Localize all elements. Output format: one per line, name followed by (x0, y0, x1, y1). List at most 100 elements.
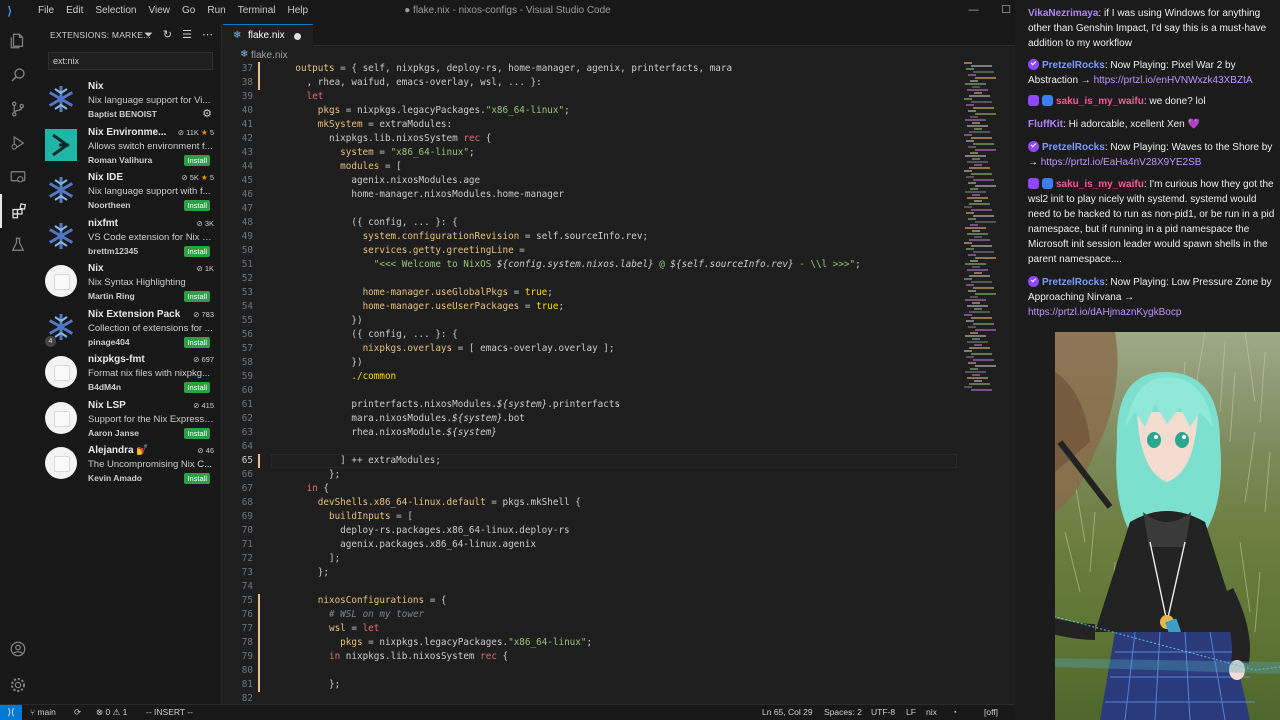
encoding[interactable]: UTF-8 (871, 707, 895, 717)
code-line: 74 (223, 580, 253, 594)
minimap[interactable] (962, 62, 1014, 402)
extension-item[interactable]: Nix LSP ⊘ 415 Support for the Nix Expressi… (36, 399, 222, 444)
filter-icon[interactable]: ⏷ (144, 28, 153, 42)
install-button[interactable]: Install (184, 154, 210, 166)
code-token: "x86_64-linux" (485, 105, 565, 116)
code-text: }; (273, 678, 340, 692)
code-text: mara.nixosModules.${system}.bot (273, 412, 525, 426)
end-of-line[interactable]: LF (906, 707, 916, 717)
extension-item[interactable]: 4 Nix Extension Pack ⊘ 783 Collection of ex… (36, 308, 222, 353)
code-token: system (340, 147, 374, 158)
accounts-icon[interactable] (0, 632, 36, 666)
extension-stats: ⊘ 1K (196, 264, 214, 273)
extension-item[interactable]: Nix Nix language support for Vi... Baptist… (36, 80, 222, 125)
minimap-line (975, 113, 996, 115)
install-button[interactable]: Install (184, 473, 210, 484)
code-token: nixpkgs.overlays (362, 343, 453, 354)
line-number: 75 (241, 595, 253, 606)
install-button[interactable]: Install (184, 291, 210, 302)
code-editor[interactable]: 37 outputs = { self, nixpkgs, deploy-rs,… (223, 62, 963, 704)
chat-username[interactable]: PretzelRocks (1042, 142, 1105, 153)
cursor-position[interactable]: Ln 65, Col 29 (762, 707, 813, 717)
install-button[interactable]: Install (184, 382, 210, 393)
extension-item[interactable]: Nix IDE ⊘ 5K ★ 5 Nix language support with… (36, 171, 222, 216)
install-button[interactable]: Install (184, 336, 210, 348)
manage-gear-icon[interactable] (0, 668, 36, 702)
extension-search-input[interactable]: ext:nix (48, 52, 213, 70)
chat-username[interactable]: saku_is_my_waifu (1056, 179, 1144, 190)
install-button[interactable]: Install (184, 245, 210, 257)
minimap-line (970, 368, 978, 370)
minimize-icon[interactable]: — (968, 3, 979, 16)
more-actions-icon[interactable]: ⋯ (202, 28, 213, 42)
extension-item[interactable]: Nix ⊘ 1K Nix Syntax Highlighting Martin Rin… (36, 262, 222, 307)
extension-name: Nix Extension Pack (88, 308, 181, 320)
remote-explorer-icon[interactable] (0, 160, 36, 194)
code-token: home-manager (508, 63, 576, 74)
breadcrumb-file[interactable]: flake.nix (251, 50, 288, 61)
minimap-line (967, 305, 988, 307)
extensions-icon[interactable] (0, 194, 36, 228)
code-line: 51 "<<< Welcome to NixOS ${config.system… (223, 258, 861, 272)
extension-item[interactable]: Nix Environme... ⊘ 11K ★ 5 Allows switch e… (36, 126, 222, 171)
extension-name: nixfmt (88, 217, 118, 229)
remote-indicator-icon[interactable]: ⟩⟨ (0, 705, 22, 720)
chat-link[interactable]: https://prtzl.io/dAHjmaznKygkBocp (1028, 307, 1181, 318)
explorer-icon[interactable] (0, 24, 36, 58)
extension-name: Nix IDE (88, 172, 124, 183)
code-line: 45 agenix.nixosModules.age (223, 174, 480, 188)
run-debug-icon[interactable] (0, 126, 36, 160)
code-line: 53 home-manager.useGlobalPkgs = true; (223, 286, 553, 300)
minimap-line (974, 344, 982, 346)
code-text: }) (273, 356, 362, 370)
minimap-line (966, 248, 974, 250)
chat-username[interactable]: VikaNezrimaya (1028, 8, 1098, 19)
code-token: agenix (586, 63, 621, 74)
subscriber-badge-icon (1042, 178, 1053, 189)
code-token: = [ (379, 161, 402, 172)
line-number: 46 (241, 189, 253, 200)
chat-username[interactable]: PretzelRocks (1042, 277, 1105, 288)
code-token: , (340, 77, 352, 88)
extension-item[interactable]: nixpkgs-fmt ⊘ 697 Format nix files with ni… (36, 353, 222, 398)
extension-item[interactable]: Alejandra 💅 ⊘ 46 The Uncompromising Nix C.… (36, 444, 222, 489)
code-text: pkgs = nixpkgs.legacyPackages."x86_64-li… (273, 636, 592, 650)
code-token: = (373, 147, 391, 158)
extension-item[interactable]: nixfmt ⊘ 3K VS Code extension for Nix c...… (36, 217, 222, 262)
code-token: , (384, 77, 397, 88)
refresh-icon[interactable]: ↻ (163, 28, 172, 42)
manage-extension-gear-icon[interactable]: ⚙ (202, 107, 212, 120)
copilot-icon[interactable]: ◔ (952, 707, 957, 717)
vscode-window: ⟩ File Edit Selection View Go Run Termin… (0, 0, 1015, 720)
install-button[interactable]: Install (184, 427, 210, 439)
chat-username[interactable]: FluffKit (1028, 119, 1063, 130)
install-button[interactable]: Install (184, 200, 210, 211)
source-control-icon[interactable] (0, 92, 36, 126)
chat-username[interactable]: saku_is_my_waifu (1056, 96, 1144, 107)
testing-icon[interactable] (0, 228, 36, 262)
chat-link[interactable]: https://prtzl.io/enHVNWxzk43XBZtA (1094, 75, 1253, 86)
title-bar: ⟩ File Edit Selection View Go Run Termin… (0, 0, 1015, 24)
tab-flake-nix[interactable]: ❄ flake.nix (223, 24, 313, 46)
code-line: 76 # WSL on my tower (223, 608, 424, 622)
maximize-icon[interactable]: ☐ (1001, 3, 1011, 16)
vim-state[interactable]: [off] (984, 707, 998, 717)
minimap-line (970, 116, 978, 118)
code-token: pkgs (340, 637, 363, 648)
branch-status[interactable]: ⑂ main (30, 707, 56, 717)
problems-status[interactable]: ⊗ 0 ⚠ 1 (96, 707, 127, 718)
editor-tabs: ❄ flake.nix (223, 24, 1015, 46)
chat-link[interactable]: https://prtzl.io/EaHa4nV28X9YE2SB (1041, 157, 1202, 168)
search-icon[interactable] (0, 58, 36, 92)
clear-extensions-icon[interactable]: ☰ (182, 28, 192, 42)
language-mode[interactable]: nix (926, 707, 937, 717)
line-number: 44 (241, 161, 253, 172)
minimap-line (965, 299, 986, 301)
code-token: = (362, 637, 380, 648)
indentation[interactable]: Spaces: 2 (824, 707, 862, 717)
sync-icon[interactable]: ⟳ (74, 707, 81, 718)
chat-username[interactable]: PretzelRocks (1042, 60, 1105, 71)
unsaved-dot-icon[interactable] (294, 33, 301, 40)
